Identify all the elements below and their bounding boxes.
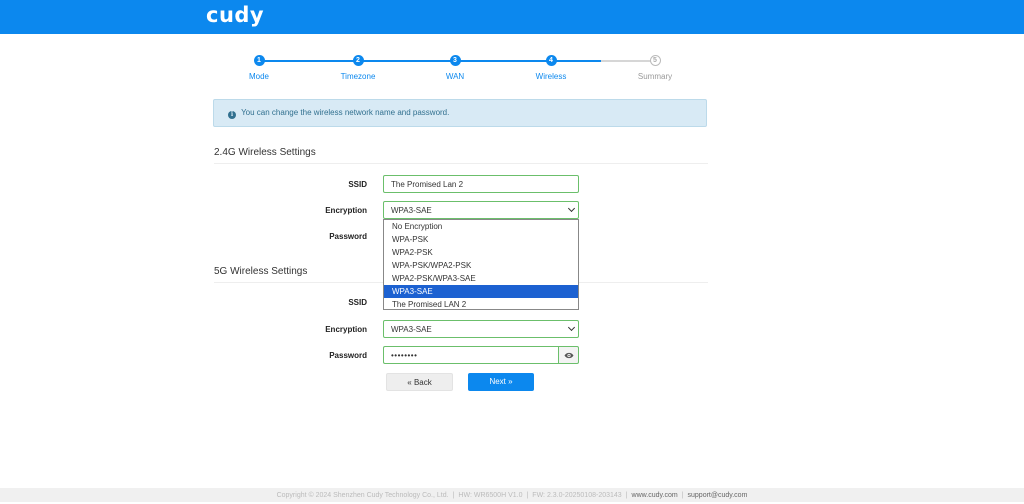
section-title-5g: 5G Wireless Settings <box>214 266 308 277</box>
step-label: WAN <box>445 72 465 81</box>
show-password-button[interactable] <box>558 346 579 364</box>
dropdown-option-wpa-psk[interactable]: WPA-PSK <box>384 233 578 246</box>
dropdown-option-wpa2-psk[interactable]: WPA2-PSK <box>384 246 578 259</box>
back-button[interactable]: « Back <box>386 373 453 391</box>
copyright-text: Copyright © 2024 Shenzhen Cudy Technolog… <box>276 492 449 499</box>
step-number: 5 <box>649 55 661 66</box>
ssid-label-5g: SSID <box>348 298 367 307</box>
hardware-version: HW: WR6500H V1.0 <box>458 492 523 499</box>
password-input-5g[interactable]: •••••••• <box>383 346 558 364</box>
encryption-select-5g[interactable]: WPA3-SAE <box>383 320 579 338</box>
step-summary: 5 Summary <box>615 54 695 81</box>
password-label-5g: Password <box>329 351 367 360</box>
firmware-version: FW: 2.3.0-20250108-203143 <box>532 492 622 499</box>
next-button[interactable]: Next » <box>468 373 534 391</box>
eye-icon <box>564 352 574 359</box>
cudy-logo[interactable]: cudy <box>206 3 264 27</box>
chevron-down-icon <box>567 323 576 332</box>
step-label: Mode <box>248 72 269 81</box>
section-title-24g: 2.4G Wireless Settings <box>214 147 316 158</box>
ssid-value: The Promised Lan 2 <box>391 180 464 189</box>
password-value: •••••••• <box>391 351 418 360</box>
encryption-label-24g: Encryption <box>325 206 367 215</box>
password-label-24g: Password <box>329 232 367 241</box>
section-divider <box>214 163 708 164</box>
step-number: 2 <box>352 55 364 66</box>
info-alert: i You can change the wireless network na… <box>213 99 707 127</box>
encryption-value: WPA3-SAE <box>391 206 432 215</box>
info-text: You can change the wireless network name… <box>241 108 450 117</box>
dropdown-option-wpa-wpa2-psk[interactable]: WPA-PSK/WPA2-PSK <box>384 259 578 272</box>
step-label: Wireless <box>535 72 567 81</box>
step-label: Timezone <box>340 72 376 81</box>
dropdown-option-wpa3-sae[interactable]: WPA3-SAE <box>384 285 578 298</box>
setup-wizard-stepper: 1 Mode 2 Timezone 3 WAN 4 Wireless 5 Sum… <box>214 54 708 84</box>
encryption-value: WPA3-SAE <box>391 325 432 334</box>
step-number: 3 <box>449 55 461 66</box>
step-wireless: 4 Wireless <box>511 54 591 81</box>
ssid-label-24g: SSID <box>348 180 367 189</box>
step-label: Summary <box>637 72 673 81</box>
dropdown-option-promised-lan[interactable]: The Promised LAN 2 <box>384 298 578 311</box>
step-mode: 1 Mode <box>219 54 299 81</box>
top-bar: cudy <box>0 0 1024 34</box>
encryption-dropdown-list[interactable]: No Encryption WPA-PSK WPA2-PSK WPA-PSK/W… <box>383 219 579 310</box>
footer: Copyright © 2024 Shenzhen Cudy Technolog… <box>0 488 1024 502</box>
ssid-input-24g[interactable]: The Promised Lan 2 <box>383 175 579 193</box>
encryption-label-5g: Encryption <box>325 325 367 334</box>
step-wan: 3 WAN <box>415 54 495 81</box>
info-icon: i <box>228 111 236 119</box>
chevron-down-icon <box>567 204 576 213</box>
encryption-select-24g[interactable]: WPA3-SAE <box>383 201 579 219</box>
step-number: 4 <box>545 55 557 66</box>
dropdown-option-no-encryption[interactable]: No Encryption <box>384 220 578 233</box>
website-link[interactable]: www.cudy.com <box>632 492 678 499</box>
step-timezone: 2 Timezone <box>318 54 398 81</box>
dropdown-option-wpa2-wpa3[interactable]: WPA2-PSK/WPA3-SAE <box>384 272 578 285</box>
support-email-link[interactable]: support@cudy.com <box>688 492 748 499</box>
step-number: 1 <box>253 55 265 66</box>
